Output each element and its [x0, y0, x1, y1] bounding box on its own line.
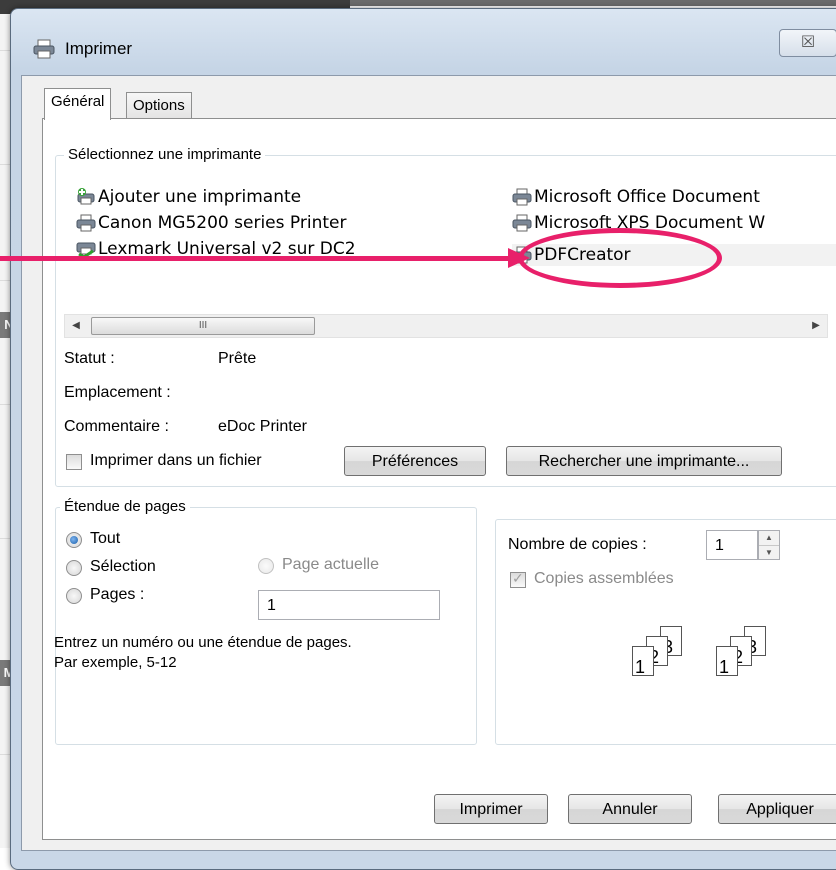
print-dialog: Imprimer ☒ Général Options Sélectionnez … — [10, 8, 836, 870]
range-pages-label: Pages : — [90, 586, 145, 603]
comment-label: Commentaire : — [64, 418, 169, 435]
copies-spinner[interactable]: ▲ ▼ — [758, 530, 780, 560]
printer-icon — [76, 214, 96, 232]
tab-options-label: Options — [133, 97, 185, 114]
range-all-radio[interactable] — [66, 532, 82, 548]
printer-item-canon[interactable]: Canon MG5200 series Printer — [76, 212, 346, 234]
dialog-title: Imprimer — [65, 39, 133, 58]
background-toolbar-edge — [350, 0, 836, 6]
scrollbar-thumb[interactable]: III — [91, 317, 315, 335]
print-to-file-checkbox[interactable] — [66, 454, 82, 470]
add-printer-icon — [77, 188, 95, 205]
status-value: Prête — [218, 350, 257, 367]
tab-panel-general: Sélectionnez une imprimante Ajouter une … — [42, 118, 836, 840]
page-1-icon: 1 — [716, 646, 738, 677]
status-label: Statut : — [64, 350, 115, 367]
printer-list[interactable]: Ajouter une imprimante Canon MG5200 seri… — [66, 172, 836, 308]
copies-count-input[interactable]: 1 — [706, 530, 758, 560]
range-all-label: Tout — [90, 530, 121, 547]
collate-label: Copies assemblées — [534, 570, 674, 587]
copies-group: Nombre de copies : 1 ▲ ▼ Copies assemblé… — [495, 519, 836, 745]
page-1-icon: 1 — [632, 646, 654, 677]
close-icon: ☒ — [800, 34, 816, 51]
print-to-file-label: Imprimer dans un fichier — [90, 452, 262, 469]
spin-up-icon[interactable]: ▲ — [759, 531, 779, 546]
scroll-right-icon[interactable]: ▶ — [805, 315, 827, 337]
range-pages-radio[interactable] — [66, 588, 82, 604]
spin-down-icon[interactable]: ▼ — [759, 546, 779, 560]
dialog-client-area: Général Options Sélectionnez une imprima… — [21, 75, 836, 851]
page-range-group: Étendue de pages Tout Sélection Page act… — [54, 498, 477, 745]
tab-options[interactable]: Options — [126, 92, 192, 119]
range-hint-line2: Par exemple, 5-12 — [54, 654, 177, 671]
scroll-left-icon[interactable]: ◀ — [65, 315, 87, 337]
pages-input[interactable]: 1 — [258, 590, 440, 620]
printer-icon — [512, 214, 532, 232]
find-printer-button[interactable]: Rechercher une imprimante... — [506, 446, 782, 476]
cancel-button[interactable]: Annuler — [568, 794, 692, 824]
range-current-page-label: Page actuelle — [282, 556, 379, 573]
printer-list-scrollbar[interactable]: ◀ III ▶ — [64, 314, 828, 338]
range-selection-radio[interactable] — [66, 560, 82, 576]
preferences-button[interactable]: Préférences — [344, 446, 486, 476]
tab-general-label: Général — [51, 93, 105, 110]
printer-item-office-document[interactable]: Microsoft Office Document — [512, 186, 760, 208]
apply-button[interactable]: Appliquer — [718, 794, 836, 824]
annotation-arrow — [0, 256, 510, 261]
location-label: Emplacement : — [64, 384, 171, 401]
copies-count-label: Nombre de copies : — [508, 536, 647, 553]
printer-icon — [512, 188, 532, 206]
comment-value: eDoc Printer — [218, 418, 307, 435]
printer-selection-group: Sélectionnez une imprimante Ajouter une … — [55, 146, 836, 487]
title-bar: Imprimer ☒ — [11, 9, 836, 79]
close-button[interactable]: ☒ — [779, 29, 836, 57]
page-range-title: Étendue de pages — [60, 498, 190, 515]
printer-name: Microsoft Office Document — [534, 187, 760, 207]
range-hint-line1: Entrez un numéro ou une étendue de pages… — [54, 634, 352, 651]
range-current-page-radio[interactable] — [258, 558, 274, 574]
printer-icon — [33, 39, 55, 59]
printer-name: Canon MG5200 series Printer — [98, 213, 347, 233]
annotation-circle — [518, 228, 722, 288]
printer-group-title: Sélectionnez une imprimante — [64, 146, 266, 163]
print-button[interactable]: Imprimer — [434, 794, 548, 824]
tab-general[interactable]: Général — [44, 88, 112, 120]
printer-item-add[interactable]: Ajouter une imprimante — [76, 186, 301, 208]
collate-checkbox[interactable] — [510, 570, 526, 588]
range-selection-label: Sélection — [90, 558, 156, 575]
printer-name: Ajouter une imprimante — [98, 187, 302, 207]
